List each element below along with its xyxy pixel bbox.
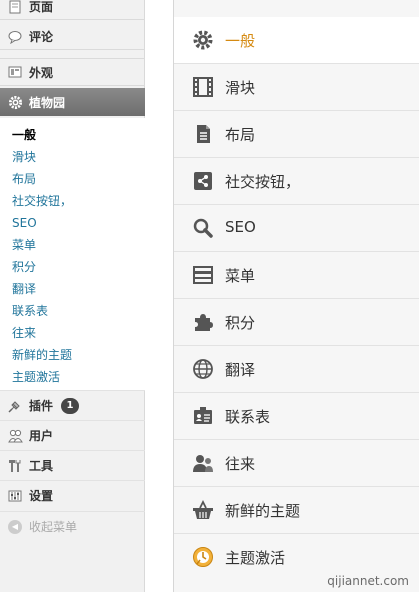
collapse-menu-button[interactable]: ◀ 收起菜单 [0,511,145,541]
search-icon [191,216,215,240]
submenu-item-theme-activation[interactable]: 主题激活 [12,366,145,388]
tab-label: 翻译 [225,361,256,379]
comment-icon [7,29,23,45]
content-gap [145,0,173,592]
globe-icon [191,357,215,381]
tab-social-buttons[interactable]: 社交按钮， [174,158,419,205]
basket-icon [191,498,215,522]
nav-item-botanical-garden[interactable]: 植物园 [0,88,153,116]
tools-icon [7,458,23,474]
nav-item-plugins[interactable]: 插件 1 [0,390,145,420]
activation-icon [191,545,215,569]
people-icon [191,451,215,475]
tab-label: 一般 [225,32,256,50]
plugin-icon [7,398,23,414]
gear-icon [191,28,215,52]
contact-card-icon [191,404,215,428]
nav-item-appearance[interactable]: 外观 [0,58,145,86]
tab-label: 布局 [225,126,256,144]
film-icon [191,75,215,99]
tab-label: 社交按钮， [225,173,301,191]
document-icon [191,122,215,146]
page-icon [7,0,23,15]
nav-label: 插件 [29,399,54,413]
tab-translate[interactable]: 翻译 [174,346,419,393]
tab-layout[interactable]: 布局 [174,111,419,158]
tab-label: 积分 [225,314,256,332]
tab-label: 新鲜的主题 [225,502,301,520]
tab-slider[interactable]: 滑块 [174,64,419,111]
collapse-label: 收起菜单 [29,520,78,534]
tab-credits[interactable]: 积分 [174,299,419,346]
submenu-item-contact[interactable]: 联系表 [12,300,145,322]
nav-label: 评论 [29,30,54,44]
gear-icon [7,94,23,110]
users-icon [7,428,23,444]
nav-item-pages[interactable]: 页面 [0,0,145,20]
tab-label: SEO [225,218,256,236]
submenu-item-general[interactable]: 一般 [12,124,145,146]
nav-item-settings[interactable]: 设置 [0,480,145,510]
tab-label: 滑块 [225,79,256,97]
tab-seo[interactable]: SEO [174,205,419,252]
tab-contact-form[interactable]: 联系表 [174,393,419,440]
nav-item-comments[interactable]: 评论 [0,24,145,50]
appearance-icon [7,64,23,80]
nav-item-tools[interactable]: 工具 [0,450,145,480]
tab-general[interactable]: 一般 [174,17,419,64]
collapse-arrow-icon: ◀ [7,519,23,535]
nav-label: 设置 [29,489,54,503]
submenu-item-contacts[interactable]: 往来 [12,322,145,344]
tab-menu[interactable]: 菜单 [174,252,419,299]
submenu-item-layout[interactable]: 布局 [12,168,145,190]
tab-label: 菜单 [225,267,256,285]
watermark: qijiannet.com [327,574,409,588]
submenu-item-slider[interactable]: 滑块 [12,146,145,168]
update-count-badge: 1 [61,397,80,414]
nav-item-users[interactable]: 用户 [0,420,145,450]
tab-label: 联系表 [225,408,271,426]
nav-label: 工具 [29,459,54,473]
submenu-item-credits[interactable]: 积分 [12,256,145,278]
tab-label: 往来 [225,455,256,473]
nav-label: 外观 [29,65,54,80]
tab-contacts[interactable]: 往来 [174,440,419,487]
nav-active-label: 植物园 [29,95,66,110]
share-icon [191,169,215,193]
menu-icon [191,263,215,287]
submenu-item-seo[interactable]: SEO [12,212,145,234]
submenu-item-translate[interactable]: 翻译 [12,278,145,300]
puzzle-icon [191,310,215,334]
tab-label: 主题激活 [225,549,286,567]
nav-label: 页面 [29,0,54,14]
options-tab-panel: 一般 滑块 布局 社交按钮， SEO 菜单 积分 翻译 联系表 往来 新鲜的主题… [173,0,419,592]
settings-icon [7,488,23,504]
submenu-item-social[interactable]: 社交按钮， [12,190,145,212]
submenu: 一般 滑块 布局 社交按钮， SEO 菜单 积分 翻译 联系表 往来 新鲜的主题… [0,118,145,390]
submenu-item-fresh-themes[interactable]: 新鲜的主题 [12,344,145,366]
admin-sidebar: 页面 评论 外观 植物园 一般 滑块 布局 社交按钮， SEO 菜单 积分 翻译… [0,0,153,592]
tab-fresh-themes[interactable]: 新鲜的主题 [174,487,419,534]
nav-label: 用户 [29,429,54,443]
submenu-item-menu[interactable]: 菜单 [12,234,145,256]
